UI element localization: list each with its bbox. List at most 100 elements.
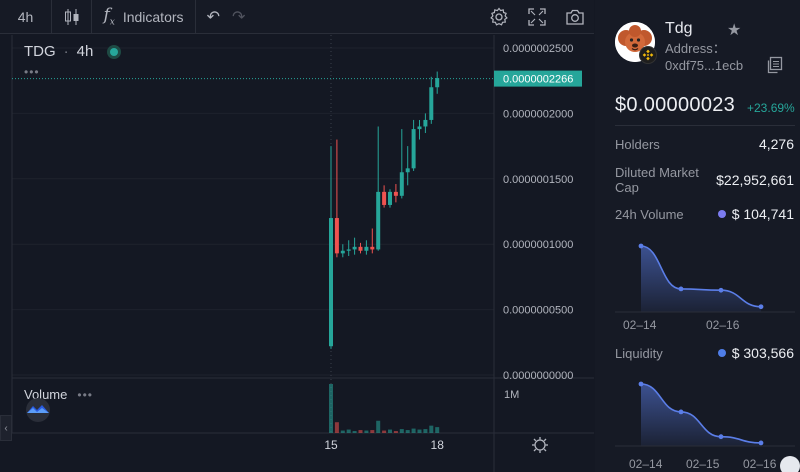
undo-redo-group: ↶ ↷ xyxy=(196,0,256,34)
volume-bar xyxy=(429,425,434,433)
candle-body xyxy=(388,191,392,205)
volume-mini-chart[interactable] xyxy=(615,238,795,318)
settings-button[interactable] xyxy=(480,0,518,34)
divider xyxy=(615,125,795,126)
x-tick-label: 18 xyxy=(431,438,445,452)
token-price: $0.00000023 xyxy=(615,94,736,116)
axis-settings-icon[interactable] xyxy=(534,439,546,451)
undo-icon[interactable]: ↶ xyxy=(207,7,220,27)
market-cap-label: Diluted Market Cap xyxy=(615,165,699,195)
mini-area xyxy=(641,246,761,312)
candle-body xyxy=(329,218,333,347)
mini-point xyxy=(758,304,764,310)
mini-point xyxy=(638,243,644,249)
indicators-button[interactable]: fx Indicators xyxy=(92,0,196,34)
volume-bar xyxy=(352,431,357,433)
mini-point xyxy=(718,434,724,440)
legend-more-button[interactable]: ••• xyxy=(24,65,40,79)
interval-label: 4h xyxy=(76,43,94,60)
candle-body xyxy=(423,119,428,127)
mini-point xyxy=(758,440,764,446)
candle-body xyxy=(382,191,387,205)
volume-dot-icon xyxy=(717,210,726,218)
liquidity-tick-label: 02–16 xyxy=(743,457,777,471)
chart-type-button[interactable] xyxy=(52,0,92,34)
settings-icon xyxy=(490,7,508,26)
volume-24h-value: $ 104,741 xyxy=(731,206,794,222)
interval-selector[interactable]: 4h xyxy=(0,0,52,34)
volume-bar xyxy=(382,430,387,433)
mini-point xyxy=(678,409,684,415)
candle-body xyxy=(399,172,404,196)
candlestick-chart[interactable]: 0.0000002500 0.0000002000 0.0000001500 0.00… xyxy=(0,35,594,472)
candle-body xyxy=(435,78,440,88)
current-price-label: 0.0000002266 xyxy=(503,74,573,86)
volume-bar xyxy=(399,429,404,433)
token-header: Tdg ★ Address： 0xdf75...1ecb xyxy=(615,20,795,74)
mini-point xyxy=(638,381,644,387)
tradingview-logo-icon[interactable] xyxy=(22,398,54,422)
token-info-panel: Tdg ★ Address： 0xdf75...1ecb $0.00000023… xyxy=(595,0,800,472)
copy-icon[interactable] xyxy=(765,56,783,74)
axis-settings-icon-tooth xyxy=(543,438,547,442)
volume-bar xyxy=(376,420,381,433)
axis-settings-icon-tooth xyxy=(533,448,537,452)
holders-label: Holders xyxy=(615,137,660,152)
volume-bar xyxy=(411,428,416,433)
y-tick-label: 0.0000000500 xyxy=(503,305,573,317)
volume-bar xyxy=(423,429,428,433)
liquidity-dot-icon xyxy=(717,349,726,357)
candle-body xyxy=(393,191,398,196)
collapse-panel-button[interactable]: ‹ xyxy=(0,415,12,441)
token-name: Tdg xyxy=(665,20,693,37)
y-tick-label: 0.0000001000 xyxy=(503,239,573,251)
candle-body xyxy=(411,129,416,169)
scroll-to-top-button[interactable] xyxy=(780,456,800,472)
chart-toolbar: 4h fx Indicators ↶ ↷ xyxy=(0,0,594,34)
volume-more-button[interactable]: ••• xyxy=(77,388,93,402)
market-status-icon[interactable] xyxy=(107,44,122,59)
legend-separator: · xyxy=(63,43,69,60)
volume-24h-stat: $ 104,741 xyxy=(717,206,794,222)
y-tick-label: 0.0000002000 xyxy=(503,108,573,120)
function-icon: fx xyxy=(103,5,115,28)
candle-body xyxy=(370,246,375,250)
liquidity-stat: $ 303,566 xyxy=(717,345,794,361)
axis-settings-icon-tooth xyxy=(543,448,547,452)
liquidity-tick-label: 02–15 xyxy=(686,457,720,471)
price-chart-area[interactable]: 0.0000002500 0.0000002000 0.0000001500 0.00… xyxy=(0,35,594,472)
favorite-star-icon[interactable]: ★ xyxy=(727,20,741,40)
candle-body xyxy=(405,168,410,173)
candles-icon xyxy=(64,8,78,25)
snapshot-button[interactable] xyxy=(556,0,594,34)
redo-icon[interactable]: ↷ xyxy=(232,7,245,27)
volume-bar xyxy=(435,427,440,433)
volume-tick-label: 02–16 xyxy=(706,318,740,332)
y-tick-label: 0.0000001500 xyxy=(503,174,573,186)
fullscreen-button[interactable] xyxy=(518,0,556,34)
candle-body xyxy=(352,246,357,250)
volume-bar xyxy=(334,422,339,433)
symbol-label: TDG xyxy=(24,43,56,60)
candle-body xyxy=(364,246,369,251)
volume-bar xyxy=(405,430,410,433)
contract-address: 0xdf75...1ecb xyxy=(665,58,744,73)
market-cap-value: $22,952,661 xyxy=(716,172,794,188)
candle-body xyxy=(376,191,381,250)
liquidity-mini-chart[interactable] xyxy=(615,376,795,452)
volume-bar xyxy=(364,430,369,433)
volume-bar xyxy=(340,430,345,433)
mini-point xyxy=(678,286,684,292)
y-tick-label: 0.0000000000 xyxy=(503,370,573,382)
axis-settings-icon-tooth xyxy=(533,438,537,442)
volume-tick-label: 02–14 xyxy=(623,318,657,332)
liquidity-label: Liquidity xyxy=(615,346,663,361)
candle-body xyxy=(417,126,422,130)
volume-bar xyxy=(388,429,392,433)
volume-bar xyxy=(370,430,375,433)
volume-bar xyxy=(358,430,363,433)
mini-area xyxy=(641,384,761,446)
bnb-chain-icon xyxy=(639,46,657,64)
candle-body xyxy=(429,87,434,120)
candle-body xyxy=(340,250,345,254)
